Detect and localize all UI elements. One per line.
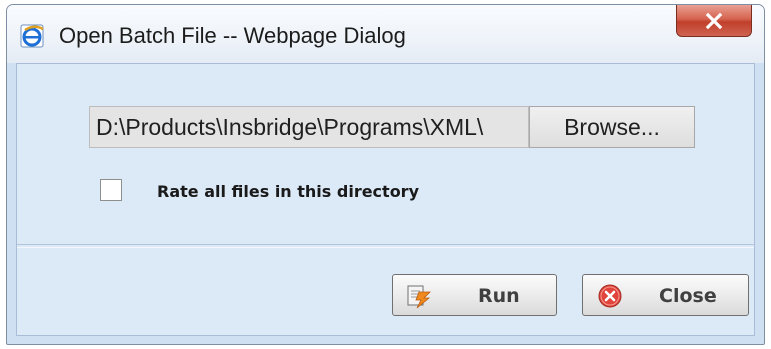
close-x-icon <box>705 12 723 29</box>
rate-all-label: Rate all files in this directory <box>157 182 419 201</box>
close-circle-icon <box>598 284 622 308</box>
run-icon <box>407 285 431 309</box>
close-button-label: Close <box>659 285 717 307</box>
rate-all-checkbox[interactable] <box>100 179 122 201</box>
ie-icon <box>20 24 44 48</box>
file-path-field[interactable]: D:\Products\Insbridge\Programs\XML\ <box>89 106 529 148</box>
close-button[interactable]: Close <box>582 274 749 316</box>
window-title: Open Batch File -- Webpage Dialog <box>59 23 406 48</box>
dialog-content: D:\Products\Insbridge\Programs\XML\ Brow… <box>16 63 755 336</box>
separator <box>17 244 754 248</box>
run-button[interactable]: Run <box>392 274 557 316</box>
dialog-window: Open Batch File -- Webpage Dialog D:\Pro… <box>6 4 765 345</box>
title-bar[interactable]: Open Batch File -- Webpage Dialog <box>7 5 764 63</box>
window-close-button[interactable] <box>676 5 752 37</box>
run-button-label: Run <box>478 285 520 307</box>
browse-button[interactable]: Browse... <box>529 106 695 148</box>
